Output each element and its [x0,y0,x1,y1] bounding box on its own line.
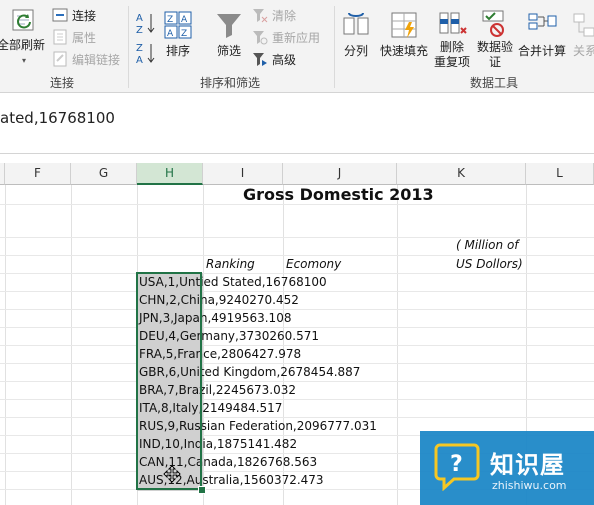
gridline [0,417,594,418]
reapply-label: 重新应用 [272,30,321,45]
gridline [0,399,594,400]
sheet-title[interactable]: Gross Domestic 2013 [243,185,434,204]
column-header-I[interactable]: I [203,163,283,185]
clear-label: 清除 [272,8,297,23]
remove-duplicates-label-2: 重复项 [433,55,470,69]
data-validation-label-1: 数据验 [476,40,513,54]
group-separator [128,6,129,88]
remove-duplicates-button[interactable]: 删除 重复项 [432,6,472,72]
group-label-sort-filter: 排序和筛选 [200,76,261,90]
consolidate-button[interactable]: 合并计算 [516,6,568,62]
gridline [0,204,594,205]
refresh-all-button[interactable]: 全部刷新 ▾ [0,6,48,68]
unit-note-line1[interactable]: ( Million of [456,238,519,252]
reapply-icon [252,29,268,45]
text-to-columns-icon [343,12,369,34]
svg-text:Z: Z [167,15,173,25]
advanced-filter-button[interactable]: 高级 [252,50,296,68]
text-to-columns-label: 分列 [343,43,368,58]
connections-label: 连接 [72,8,97,23]
sort-button[interactable]: Z A A Z 排序 [162,6,194,62]
reapply-button[interactable]: 重新应用 [252,28,320,46]
relationships-icon [573,13,594,36]
gridline [0,273,594,274]
flash-fill-label: 快速填充 [379,43,428,58]
move-cursor-icon [163,465,181,483]
clear-filter-button[interactable]: 清除 [252,6,296,24]
svg-text:A: A [136,55,143,65]
sort-descending-icon: Z A [136,43,155,65]
refresh-icon [12,9,34,31]
advanced-label: 高级 [272,52,297,67]
column-header-H[interactable]: H [137,163,203,185]
connections-icon [52,7,68,23]
filter-label: 筛选 [216,43,241,58]
svg-text:A: A [167,29,174,39]
gridline [0,291,594,292]
formula-bar-content[interactable]: ated,16768100 [0,109,115,127]
remove-duplicates-label-1: 删除 [439,40,464,54]
refresh-all-label: 全部刷新 [0,38,45,52]
column-header-G[interactable]: G [71,163,137,185]
edit-links-button[interactable]: 编辑链接 [52,50,120,68]
group-label-connections: 连接 [50,76,75,90]
svg-text:?: ? [450,452,463,477]
text-to-columns-button[interactable]: 分列 [338,6,374,62]
properties-label: 属性 [72,30,97,45]
sort-descending-button[interactable]: Z A [134,40,158,66]
remove-duplicates-icon [439,12,467,34]
connections-button[interactable]: 连接 [52,6,96,24]
flash-fill-button[interactable]: 快速填充 [378,6,430,62]
clear-filter-icon [252,7,268,23]
sort-ascending-icon: A Z [136,13,155,35]
chevron-down-icon: ▾ [21,56,26,65]
column-header-K[interactable]: K [397,163,526,185]
gridline [0,309,594,310]
column-header-F[interactable]: F [5,163,71,185]
svg-text:Z: Z [136,25,143,35]
watermark-url: zhishiwu.com [492,479,567,492]
selection-border [136,272,202,490]
relationships-button[interactable]: 关系 [570,6,594,62]
consolidate-label: 合并计算 [517,43,566,58]
header-economy[interactable]: Ecomony [286,257,341,271]
group-separator [334,6,335,88]
header-ranking[interactable]: Ranking [206,257,255,271]
filter-icon [217,13,241,38]
gridline [0,363,594,364]
formula-bar[interactable]: ated,16768100 [0,93,594,154]
properties-icon [52,29,68,45]
gridline [0,255,594,256]
unit-note-line2[interactable]: US Dollors) [456,257,523,271]
svg-text:A: A [181,15,188,25]
edit-links-icon [52,51,68,67]
consolidate-icon [528,13,557,29]
sort-ascending-button[interactable]: A Z [134,10,158,36]
svg-text:Z: Z [181,29,187,39]
gridline [0,345,594,346]
fill-handle[interactable] [198,486,206,494]
watermark-name: 知识屋 [490,451,565,479]
sort-label: 排序 [165,43,190,58]
data-validation-button[interactable]: 数据验 证 [474,6,516,72]
column-header-L[interactable]: L [526,163,594,185]
gridline [0,327,594,328]
relationships-label: 关系 [572,43,594,58]
help-bubble-icon: ? [434,443,480,491]
advanced-filter-icon [252,51,268,67]
properties-button[interactable]: 属性 [52,28,96,46]
sort-dialog-icon: Z A A Z [164,11,192,39]
data-validation-icon [482,10,504,37]
svg-text:A: A [136,13,143,24]
group-label-data-tools: 数据工具 [470,76,519,90]
data-validation-label-2: 证 [488,55,501,69]
watermark-logo: ? 知识屋 zhishiwu.com [420,431,594,505]
flash-fill-icon [391,12,417,38]
edit-links-label: 编辑链接 [72,52,121,67]
filter-button[interactable]: 筛选 [210,6,248,62]
column-header-J[interactable]: J [283,163,397,185]
svg-text:Z: Z [136,43,143,54]
ribbon-data-tab: 全部刷新 ▾ 连接 属性 编辑链接 连接 A Z Z A Z A A Z 排序 … [0,0,594,93]
gridline [0,381,594,382]
